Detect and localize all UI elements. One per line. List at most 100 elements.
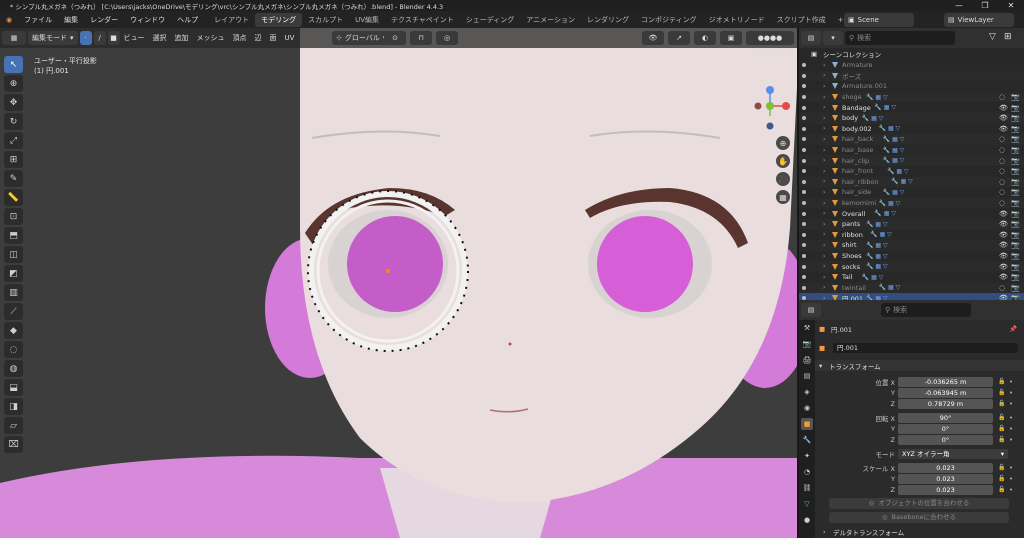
outliner-item-name[interactable]: Armature.001 [842, 82, 887, 90]
visibility-eye-icon[interactable]: 👁 [999, 231, 1008, 239]
visibility-eye-icon[interactable]: ◌ [999, 167, 1005, 175]
outliner-row[interactable]: › socks 🔧 ▦ ▽ 👁 📷 [799, 261, 1024, 272]
tab-sculpting[interactable]: スカルプト [302, 13, 349, 27]
visibility-eye-icon[interactable]: 👁 [999, 114, 1008, 122]
tab-rendering[interactable]: レンダリング [581, 13, 635, 27]
add-cube-icon[interactable]: ⊡ [4, 208, 23, 225]
options-menu[interactable]: オプション▾ [752, 47, 797, 57]
tab-geometry-nodes[interactable]: ジオメトリノード [703, 13, 771, 27]
render-camera-icon[interactable]: 📷 [1011, 220, 1020, 228]
expand-arrow-icon[interactable]: › [823, 210, 825, 217]
render-tab-icon[interactable]: 📷 [801, 338, 813, 350]
world-tab-icon[interactable]: ◉ [801, 402, 813, 414]
modifier-icons[interactable]: 🔧 ▦ ▽ [879, 200, 901, 207]
output-tab-icon[interactable]: 🖨 [801, 354, 813, 366]
outliner-row[interactable]: › hair_ribbon 🔧 ▦ ▽ ◌ 📷 [799, 176, 1024, 188]
polybuild-icon[interactable]: ◆ [4, 322, 23, 339]
outliner-item-name[interactable]: shirt [842, 241, 857, 249]
expand-arrow-icon[interactable]: › [823, 274, 825, 281]
menu-add[interactable]: 追加 [171, 33, 193, 43]
fit-object-button[interactable]: ◎ オブジェクトの位置を合わせる [829, 498, 1009, 509]
modifier-icons[interactable]: 🔧 ▦ ▽ [883, 136, 905, 143]
lock-icon[interactable]: 🔓 [998, 436, 1005, 443]
spin-icon[interactable]: ◌ [4, 341, 23, 358]
outliner-search-input[interactable]: ⚲ 検索 [845, 31, 955, 45]
render-camera-icon[interactable]: 📷 [1011, 199, 1020, 207]
tab-animation[interactable]: アニメーション [520, 13, 581, 27]
outliner-row[interactable]: › ポーズ [799, 70, 1024, 82]
modifier-icons[interactable]: 🔧 ▦ ▽ [866, 242, 888, 249]
expand-arrow-icon[interactable]: › [823, 157, 825, 164]
outliner-item-name[interactable]: body.002 [842, 125, 872, 133]
modifier-icons[interactable]: 🔧 ▦ ▽ [883, 189, 905, 196]
visibility-eye-icon[interactable]: ◌ [999, 199, 1005, 207]
selectable-dot-icon[interactable] [802, 275, 806, 280]
annotate-icon[interactable]: ✎ [4, 170, 23, 187]
outliner-item-name[interactable]: hair_side [842, 188, 871, 196]
expand-arrow-icon[interactable]: › [823, 168, 825, 175]
edge-slide-icon[interactable]: ⬓ [4, 379, 23, 396]
location-x-field[interactable]: -0.036265 m [898, 376, 993, 387]
visibility-eye-icon[interactable]: 👁 [999, 125, 1008, 133]
physics-tab-icon[interactable]: ◔ [801, 466, 813, 478]
face-select-icon[interactable]: ■ [107, 31, 120, 45]
display-mode-icon[interactable]: ▾ [823, 31, 843, 45]
selectable-dot-icon[interactable] [802, 179, 806, 184]
scale-z-field[interactable]: 0.023 [898, 484, 993, 495]
render-camera-icon[interactable]: 📷 [1011, 114, 1020, 122]
render-camera-icon[interactable]: 📷 [1011, 231, 1020, 239]
visibility-eye-icon[interactable]: 👁 [999, 273, 1008, 281]
navigation-gizmo[interactable]: ⊕ ✋ 🎥 ▦ [752, 82, 792, 204]
lock-icon[interactable]: 🔓 [998, 378, 1005, 385]
scene-tab-icon[interactable]: ◈ [801, 386, 813, 398]
outliner-item-name[interactable]: hair_back [842, 135, 873, 143]
selectable-dot-icon[interactable] [802, 169, 806, 174]
render-camera-icon[interactable]: 📷 [1011, 252, 1020, 260]
modifier-icons[interactable]: 🔧 ▦ ▽ [883, 147, 905, 154]
maximize-button[interactable]: ❐ [972, 0, 998, 11]
properties-search-input[interactable]: ⚲ 検索 [881, 303, 971, 317]
axis-gizmo[interactable] [752, 82, 792, 132]
fit-bones-button[interactable]: ◎ Baseboneに合わせる [829, 512, 1009, 523]
modifier-icons[interactable]: 🔧 ▦ ▽ [866, 221, 888, 228]
zoom-icon[interactable]: ⊕ [776, 136, 790, 150]
lock-icon[interactable]: 🔓 [998, 425, 1005, 432]
lock-icon[interactable]: 🔓 [998, 464, 1005, 471]
outliner-row[interactable]: › hair_base 🔧 ▦ ▽ ◌ 📷 [799, 145, 1024, 156]
outliner-item-name[interactable]: Shoes [842, 252, 862, 260]
selectable-dot-icon[interactable] [802, 137, 806, 142]
lock-icon[interactable]: 🔓 [998, 475, 1005, 482]
visibility-eye-icon[interactable]: 👁 [999, 263, 1008, 271]
modifier-icons[interactable]: 🔧 ▦ ▽ [874, 210, 896, 217]
selectable-dot-icon[interactable] [802, 158, 806, 163]
keyframe-dot-icon[interactable]: • [1009, 389, 1013, 397]
location-y-field[interactable]: -0.063945 m [898, 387, 993, 398]
visibility-eye-icon[interactable]: 👁 [999, 104, 1008, 112]
outliner-row[interactable]: › shirt 🔧 ▦ ▽ 👁 📷 [799, 240, 1024, 251]
keyframe-dot-icon[interactable]: • [1009, 436, 1013, 444]
visibility-eye-icon[interactable]: ◌ [999, 188, 1005, 196]
outliner-row[interactable]: › pants 🔧 ▦ ▽ 👁 📷 [799, 219, 1024, 230]
scale-icon[interactable]: ⤢ [4, 132, 23, 149]
lock-icon[interactable]: 🔓 [998, 400, 1005, 407]
menu-select[interactable]: 選択 [149, 33, 171, 43]
select-icon[interactable]: ↖ [4, 56, 23, 73]
outliner-item-name[interactable]: shoge [842, 93, 862, 101]
grid-icon[interactable]: ▦ [776, 190, 790, 204]
render-camera-icon[interactable]: 📷 [1011, 210, 1020, 218]
outliner-item-name[interactable]: body [842, 114, 858, 122]
expand-arrow-icon[interactable]: › [823, 125, 825, 132]
outliner-row[interactable]: › hair_clip 🔧 ▦ ▽ ◌ 📷 [799, 155, 1024, 166]
menu-window[interactable]: ウィンドウ [124, 15, 171, 25]
scale-x-field[interactable]: 0.023 [898, 462, 993, 473]
keyframe-dot-icon[interactable]: • [1009, 425, 1013, 433]
modifier-icons[interactable]: 🔧 ▦ ▽ [879, 125, 901, 132]
camera-icon[interactable]: 🎥 [776, 172, 790, 186]
render-camera-icon[interactable]: 📷 [1011, 263, 1020, 271]
selectable-dot-icon[interactable] [802, 254, 806, 259]
outliner-item-name[interactable]: ribbon [842, 231, 863, 239]
visibility-eye-icon[interactable]: ◌ [999, 93, 1005, 101]
render-camera-icon[interactable]: 📷 [1011, 146, 1020, 154]
outliner-item-name[interactable]: kemomimi [842, 199, 876, 207]
data-tab-icon[interactable]: ▽ [801, 498, 813, 510]
